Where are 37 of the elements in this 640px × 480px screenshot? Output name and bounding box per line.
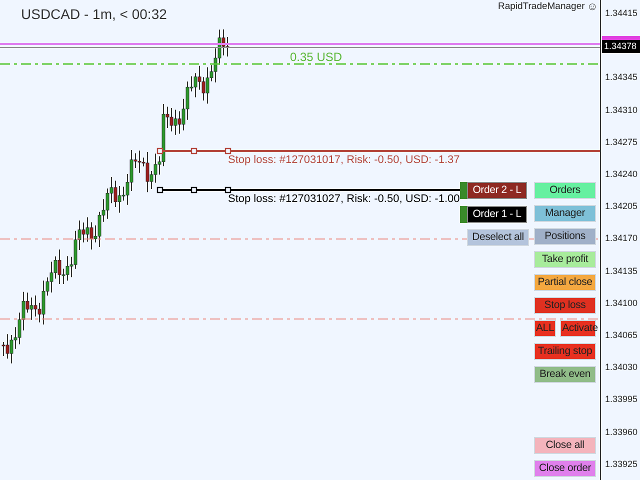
price-tick: 1.33925 (605, 458, 638, 471)
price-tick: 1.34170 (605, 232, 638, 246)
order-grip[interactable] (460, 206, 467, 223)
smiley-icon: ☺ (586, 1, 598, 13)
deselect-button[interactable]: Deselect all (467, 229, 529, 246)
price-tick: 1.34240 (605, 168, 638, 181)
panel-button[interactable]: Take profit (534, 251, 596, 268)
current-price-label: 1.34378 (602, 40, 640, 53)
panel-button[interactable]: Positions (534, 228, 596, 245)
panel-button[interactable]: Partial close (534, 274, 596, 291)
panel-button[interactable]: Break even (534, 366, 596, 383)
stop-loss-label: Stop loss: #127031017, Risk: -0.50, USD: -1.37 (228, 154, 460, 166)
stop-loss-line[interactable] (156, 186, 462, 194)
chart-title: USDCAD - 1m, < 00:32 (21, 6, 167, 22)
order-button[interactable]: Order 2 - L (467, 182, 527, 199)
price-tick: 1.34310 (605, 104, 638, 117)
profit-label: 0.35 USD (290, 50, 342, 64)
panel-button[interactable]: Close all (534, 437, 596, 454)
panel-button[interactable]: Trailing stop (534, 343, 596, 360)
price-tick: 1.34100 (605, 296, 638, 310)
panel-button[interactable]: Close order (534, 460, 596, 477)
price-tick: 1.34030 (605, 361, 638, 374)
panel-button[interactable]: Manager (534, 205, 596, 222)
panel-button[interactable]: ALL (534, 320, 556, 337)
indicator-name: RapidTradeManager (498, 1, 585, 13)
price-tick: 1.34135 (605, 264, 638, 278)
order-button[interactable]: Order 1 - L (467, 206, 527, 223)
panel-button[interactable]: Orders (534, 182, 596, 199)
price-tick: 1.34205 (605, 200, 638, 214)
price-tick: 1.34345 (605, 71, 638, 84)
order-grip[interactable] (460, 182, 467, 199)
price-tick: 1.34065 (605, 329, 638, 342)
price-tick: 1.33995 (605, 393, 638, 406)
price-tick: 1.34275 (605, 136, 638, 149)
stop-loss-label: Stop loss: #127031027, Risk: -0.50, USD: -1.00 (228, 193, 460, 205)
price-tick: 1.34415 (605, 7, 638, 20)
price-tick: 1.33960 (605, 426, 638, 439)
